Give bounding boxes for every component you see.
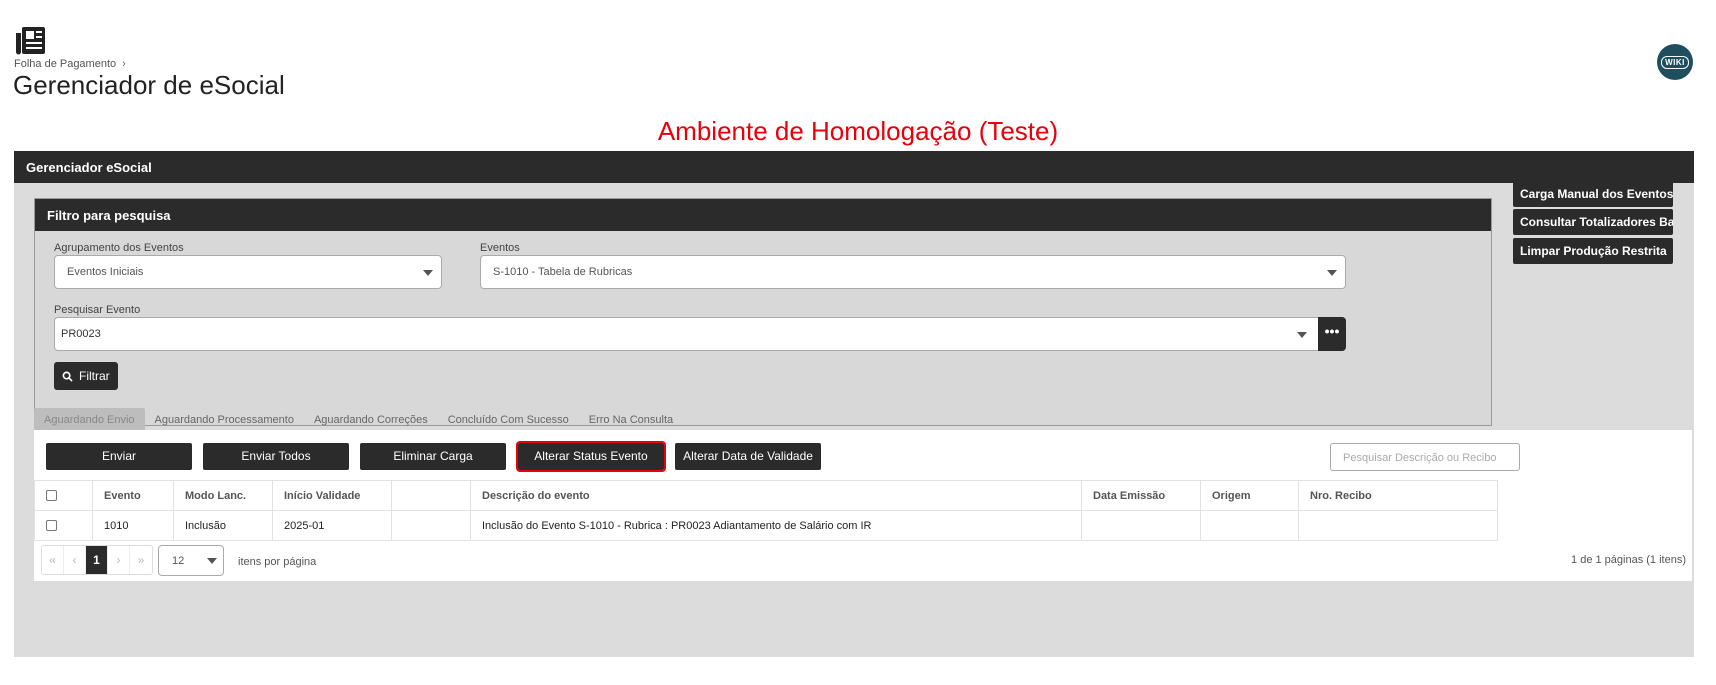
cell-recibo (1298, 510, 1498, 541)
prev-page-button[interactable]: ‹ (64, 546, 86, 574)
column-header[interactable]: Evento (92, 480, 174, 511)
cell-empty (391, 510, 471, 541)
limpar-producao-button[interactable]: Limpar Produção Restrita (1513, 238, 1673, 264)
description-search-input[interactable]: Pesquisar Descrição ou Recibo (1330, 443, 1520, 471)
tab-aguardando-correcoes[interactable]: Aguardando Correções (304, 408, 438, 432)
alterar-status-evento-button[interactable]: Alterar Status Evento (516, 441, 666, 472)
group-select-value: Eventos Iniciais (67, 266, 144, 278)
current-page[interactable]: 1 (86, 546, 108, 574)
events-label: Eventos (480, 242, 520, 254)
column-header (391, 480, 471, 511)
eliminar-carga-button[interactable]: Eliminar Carga (360, 443, 506, 470)
column-header[interactable]: Modo Lanc. (173, 480, 273, 511)
page-title: Gerenciador de eSocial (13, 70, 285, 100)
per-page-value: 12 (172, 555, 185, 567)
page-info: 1 de 1 páginas (1 itens) (1571, 554, 1686, 566)
filter-title: Filtro para pesquisa (35, 199, 1491, 231)
caret-down-icon (1327, 270, 1337, 276)
search-icon (62, 371, 73, 382)
select-all-checkbox[interactable] (46, 490, 57, 502)
tab-aguardando-processamento[interactable]: Aguardando Processamento (145, 408, 304, 432)
cell-origem (1200, 510, 1299, 541)
table-row[interactable]: 1010 Inclusão 2025-01 Inclusão do Evento… (34, 510, 1498, 541)
caret-down-icon (423, 270, 433, 276)
group-label: Agrupamento dos Eventos (54, 242, 184, 254)
breadcrumb-item[interactable]: Folha de Pagamento (14, 58, 116, 70)
cell-evento: 1010 (92, 510, 174, 541)
wiki-button[interactable]: WIKI (1657, 44, 1693, 80)
tab-erro-consulta[interactable]: Erro Na Consulta (579, 408, 683, 432)
select-all-cell (34, 480, 93, 511)
environment-banner: Ambiente de Homologação (Teste) (657, 116, 1059, 146)
events-select[interactable]: S-1010 - Tabela de Rubricas (480, 255, 1346, 289)
filter-box: Filtro para pesquisa Agrupamento dos Eve… (34, 198, 1492, 426)
events-table: Evento Modo Lanc. Início Validade Descri… (34, 480, 1498, 541)
column-header[interactable]: Nro. Recibo (1298, 480, 1498, 511)
filter-button[interactable]: Filtrar (54, 362, 118, 390)
last-page-button[interactable]: » (130, 546, 152, 574)
cell-data-emissao (1081, 510, 1201, 541)
enviar-todos-button[interactable]: Enviar Todos (203, 443, 349, 470)
panel-title: Gerenciador eSocial (14, 151, 1694, 183)
tab-concluido-sucesso[interactable]: Concluído Com Sucesso (438, 408, 579, 432)
status-tabs: Aguardando Envio Aguardando Processament… (34, 408, 683, 432)
search-event-label: Pesquisar Evento (54, 304, 141, 316)
enviar-button[interactable]: Enviar (46, 443, 192, 470)
row-select-cell (34, 510, 93, 541)
column-header[interactable]: Descrição do evento (470, 480, 1082, 511)
chevron-right-icon: › (122, 58, 126, 70)
row-checkbox[interactable] (46, 520, 57, 532)
per-page-label: itens por página (238, 556, 317, 568)
more-options-button[interactable]: ••• (1318, 317, 1346, 351)
column-header[interactable]: Origem (1200, 480, 1299, 511)
caret-down-icon (1297, 332, 1307, 338)
alterar-data-validade-button[interactable]: Alterar Data de Validade (675, 443, 821, 470)
first-page-button[interactable]: « (42, 546, 64, 574)
events-select-value: S-1010 - Tabela de Rubricas (493, 266, 633, 278)
search-event-input[interactable]: PR0023 ••• (54, 317, 1346, 351)
caret-down-icon (207, 558, 217, 564)
page: Folha de Pagamento › Gerenciador de eSoc… (0, 0, 1716, 685)
cell-inicio-validade: 2025-01 (272, 510, 392, 541)
tab-content: Enviar Enviar Todos Eliminar Carga Alter… (34, 430, 1692, 581)
wiki-label: WIKI (1661, 55, 1689, 69)
carga-manual-button[interactable]: Carga Manual dos Eventos (1513, 181, 1673, 207)
cell-descricao: Inclusão do Evento S-1010 - Rubrica : PR… (470, 510, 1082, 541)
group-select[interactable]: Eventos Iniciais (54, 255, 442, 289)
consultar-totalizadores-button[interactable]: Consultar Totalizadores Base (1513, 209, 1673, 235)
table-header-row: Evento Modo Lanc. Início Validade Descri… (34, 480, 1498, 511)
newspaper-icon (16, 27, 45, 55)
column-header[interactable]: Início Validade (272, 480, 392, 511)
per-page-select[interactable]: 12 (158, 545, 224, 576)
next-page-button[interactable]: › (108, 546, 130, 574)
main-panel: Gerenciador eSocial Filtro para pesquisa… (14, 151, 1694, 657)
column-header[interactable]: Data Emissão (1081, 480, 1201, 511)
cell-modo: Inclusão (173, 510, 273, 541)
pagination: « ‹ 1 › » (41, 545, 153, 575)
tab-aguardando-envio[interactable]: Aguardando Envio (34, 408, 145, 432)
search-event-value: PR0023 (61, 328, 101, 340)
breadcrumb: Folha de Pagamento › (14, 58, 126, 70)
filter-button-label: Filtrar (79, 369, 110, 383)
